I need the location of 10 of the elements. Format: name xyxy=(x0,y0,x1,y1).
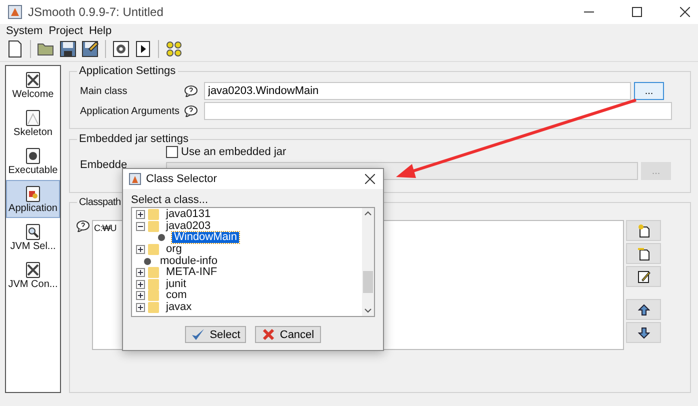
window-title: JSmooth 0.9.9-7: Untitled xyxy=(28,5,164,19)
checkbox-label: Use an embedded jar xyxy=(181,146,286,158)
group-title: Embedded jar settings xyxy=(78,133,190,145)
field-label: Main class xyxy=(80,86,128,96)
prompt-text: Select a class... xyxy=(131,193,210,207)
group-title: Classpath xyxy=(78,197,122,208)
field-label: Embedde xyxy=(80,158,128,170)
dialog-title: Class Selector xyxy=(146,173,217,185)
group-title: Application Settings xyxy=(78,65,177,77)
field-label: Application Arguments xyxy=(80,106,180,116)
